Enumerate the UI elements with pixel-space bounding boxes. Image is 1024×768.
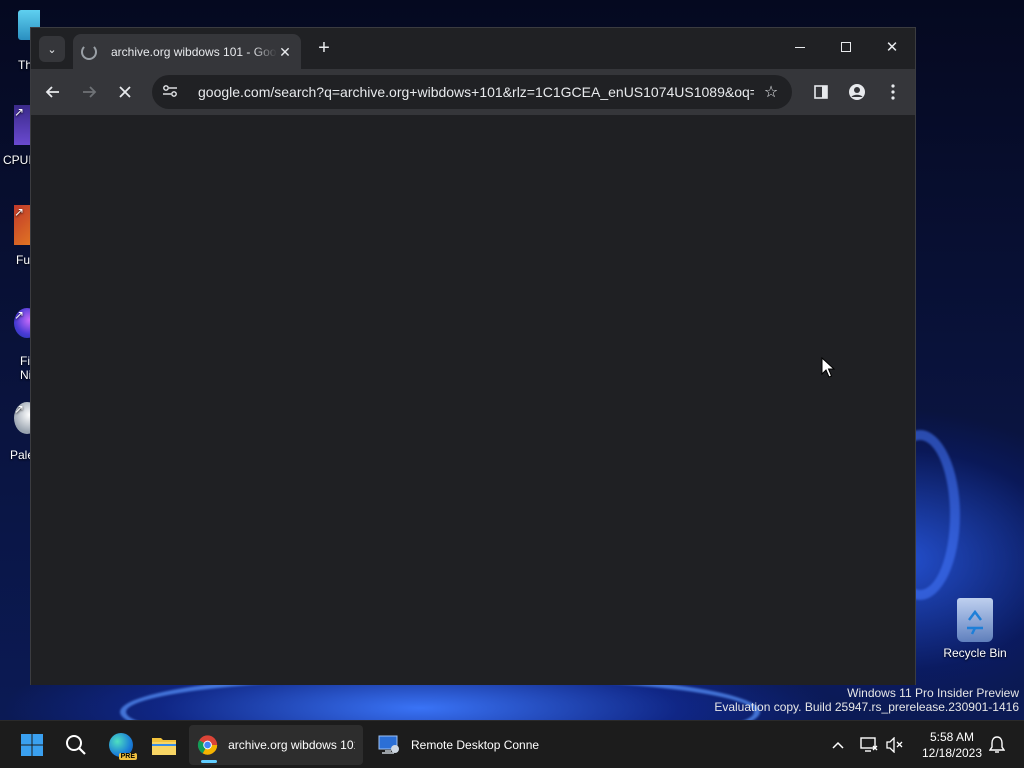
close-icon: ✕ — [885, 39, 899, 56]
plus-icon: + — [318, 37, 330, 59]
side-panel-icon — [814, 85, 828, 99]
taskbar-file-explorer[interactable] — [144, 725, 184, 765]
shortcut-arrow-icon: ↗ — [14, 205, 25, 219]
new-tab-button[interactable]: + — [313, 38, 335, 60]
taskbar-app-chrome[interactable]: archive.org wibdows 101 — [189, 725, 363, 765]
taskbar-search-button[interactable] — [56, 725, 96, 765]
active-indicator — [201, 760, 217, 763]
taskbar-app-label: archive.org wibdows 101 — [228, 738, 355, 752]
url-text[interactable]: google.com/search?q=archive.org+wibdows+… — [198, 84, 754, 100]
volume-button[interactable] — [884, 725, 906, 765]
menu-button[interactable] — [881, 80, 905, 104]
chevron-down-icon: ⌄ — [47, 43, 57, 56]
forward-arrow-icon — [83, 86, 97, 98]
volume-muted-icon — [886, 737, 903, 753]
clock-date: 12/18/2023 — [921, 746, 983, 760]
clock-time: 5:58 AM — [929, 730, 975, 744]
maximize-icon — [841, 42, 851, 52]
page-content[interactable] — [31, 115, 915, 685]
taskbar-edge-preview[interactable]: PRE — [101, 725, 141, 765]
chrome-window: ⌄ archive.org wibdows 101 - Google Searc… — [30, 27, 916, 685]
stop-icon — [119, 86, 131, 98]
forward-button[interactable] — [77, 80, 101, 104]
mouse-cursor-icon — [821, 357, 835, 378]
maximize-button[interactable] — [823, 28, 869, 66]
chrome-icon — [197, 735, 218, 755]
taskbar-app-remote-desktop[interactable]: Remote Desktop Conne — [369, 725, 549, 765]
minimize-icon — [795, 46, 805, 48]
loading-spinner-icon — [81, 43, 97, 60]
browser-tab[interactable]: archive.org wibdows 101 - Google Search … — [73, 34, 301, 69]
recycle-bin-label: Recycle Bin — [943, 646, 1007, 660]
back-arrow-icon — [45, 86, 59, 98]
profile-icon — [849, 84, 865, 100]
back-button[interactable] — [41, 80, 65, 104]
star-icon[interactable]: ☆ — [762, 82, 780, 102]
minimize-button[interactable] — [777, 28, 823, 66]
remote-desktop-icon — [378, 735, 399, 754]
start-icon — [21, 734, 43, 756]
stop-button[interactable] — [113, 80, 137, 104]
evaluation-watermark: Windows 11 Pro Insider Preview Evaluatio… — [714, 686, 1019, 714]
taskbar-clock[interactable]: 5:58 AM 12/18/2023 — [912, 729, 992, 761]
network-icon — [860, 737, 878, 752]
side-panel-button[interactable] — [809, 80, 833, 104]
close-tab-icon[interactable]: ✕ — [277, 44, 293, 60]
desktop-icon-recycle-bin[interactable]: Recycle Bin — [940, 598, 1010, 660]
network-button[interactable] — [858, 725, 880, 765]
tab-search-button[interactable]: ⌄ — [39, 36, 65, 62]
recycle-bin-icon — [957, 598, 993, 642]
taskbar: PRE archive.org wibdows 101 Remote Deskt… — [0, 720, 1024, 768]
browser-toolbar: google.com/search?q=archive.org+wibdows+… — [31, 69, 915, 115]
chevron-up-icon — [832, 741, 844, 749]
tune-icon[interactable] — [162, 84, 180, 101]
kebab-menu-icon — [891, 84, 895, 100]
edge-preview-icon: PRE — [109, 733, 137, 760]
close-window-button[interactable]: ✕ — [869, 28, 915, 66]
shortcut-arrow-icon: ↗ — [14, 308, 25, 322]
tab-title: archive.org wibdows 101 - Google Search — [111, 44, 277, 59]
taskbar-app-label: Remote Desktop Conne — [411, 738, 540, 752]
bell-icon — [989, 736, 1005, 753]
title-bar: ⌄ archive.org wibdows 101 - Google Searc… — [31, 28, 915, 69]
shortcut-arrow-icon: ↗ — [14, 402, 25, 416]
address-bar[interactable]: google.com/search?q=archive.org+wibdows+… — [152, 75, 792, 109]
profile-button[interactable] — [845, 80, 869, 104]
shortcut-arrow-icon: ↗ — [14, 105, 25, 119]
search-icon — [66, 735, 86, 755]
start-button[interactable] — [12, 725, 52, 765]
watermark-line-1: Windows 11 Pro Insider Preview — [847, 686, 1019, 700]
edge-preview-badge: PRE — [118, 753, 137, 760]
watermark-line-2: Evaluation copy. Build 25947.rs_prerelea… — [714, 700, 1019, 714]
file-explorer-icon — [152, 738, 176, 755]
notifications-button[interactable] — [986, 725, 1008, 765]
show-hidden-icons-button[interactable] — [828, 725, 848, 765]
